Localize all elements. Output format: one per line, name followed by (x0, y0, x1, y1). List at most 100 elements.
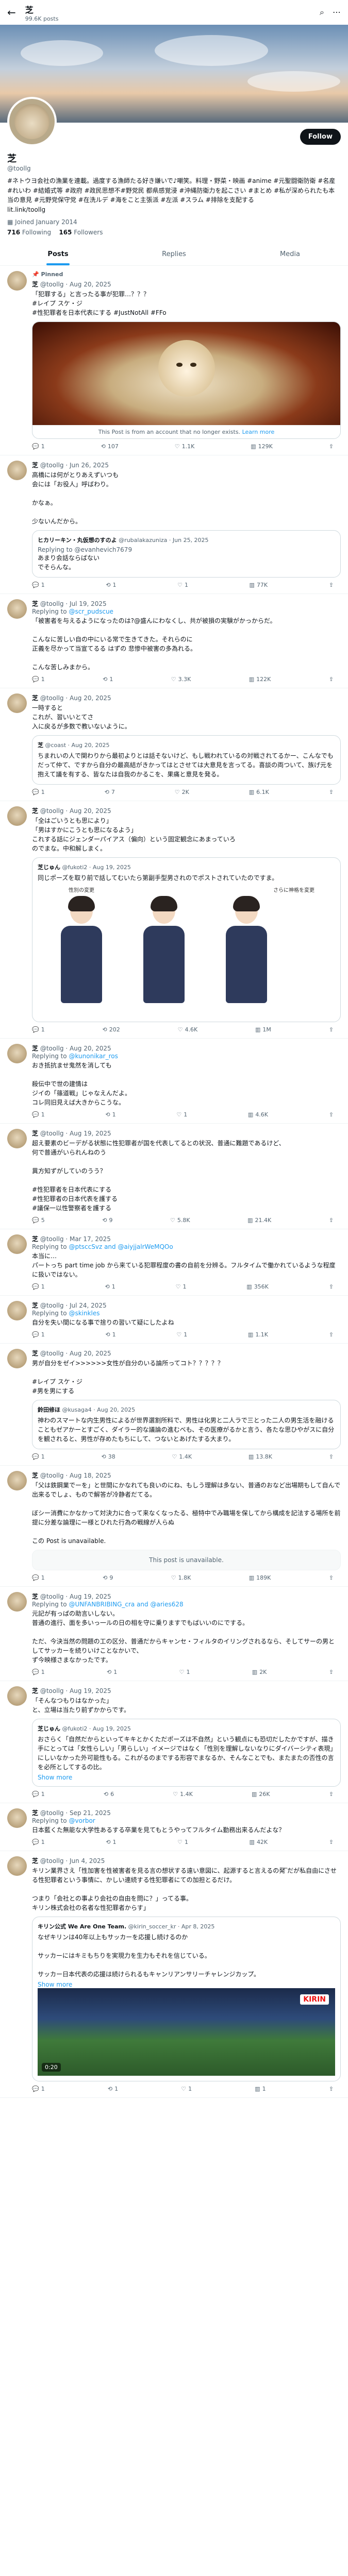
post-avatar[interactable] (7, 1044, 27, 1064)
profile-link[interactable]: lit.link/toollg (7, 205, 341, 215)
post-avatar[interactable] (7, 599, 27, 619)
share-button[interactable]: ⇪ (329, 1453, 334, 1460)
quoted-post[interactable]: 芝 @coast · Aug 20, 2025 ちまれいの人で関わりから最初よりと… (32, 735, 341, 785)
share-button[interactable]: ⇪ (329, 1026, 334, 1033)
post-avatar[interactable] (7, 1349, 27, 1369)
views-button[interactable]: ▥ 1.1K (248, 1331, 268, 1338)
views-button[interactable]: ▥ 6.1K (249, 789, 269, 795)
post-author-name[interactable]: 芝 (32, 1350, 38, 1357)
show-more-link[interactable]: Show more (38, 1774, 335, 1781)
post-media[interactable]: This Post is from an account that no lon… (32, 321, 341, 439)
repost-button[interactable]: ⟲ 1 (105, 1331, 115, 1338)
post-author-name[interactable]: 芝 (32, 807, 38, 815)
search-icon[interactable]: ⌕ (320, 7, 324, 18)
post-avatar[interactable] (7, 1471, 27, 1491)
post-item[interactable]: 芝 @toollg · Jul 24, 2025 Replying to @ski… (0, 1296, 348, 1344)
post-author-name[interactable]: 芝 (32, 1593, 38, 1600)
reply-target-link[interactable]: @ptsccSvz and @aiyjjalrWeMQOo (69, 1243, 173, 1250)
post-avatar[interactable] (7, 1808, 27, 1828)
share-button[interactable]: ⇪ (329, 443, 334, 450)
share-button[interactable]: ⇪ (329, 1839, 334, 1845)
post-avatar[interactable] (7, 1234, 27, 1255)
views-button[interactable]: ▥ 13.8K (248, 1453, 272, 1460)
repost-button[interactable]: ⟲ 1 (105, 1111, 115, 1118)
reply-button[interactable]: 💬 1 (32, 582, 45, 588)
post-item[interactable]: 芝 @toollg · Aug 18, 2025 「父は鉄鋼業でーを」と世間にかな… (0, 1466, 348, 1587)
post-item[interactable]: 📌 Pinned 芝 @toollg · Aug 20, 2025 「犯罪する」と言… (0, 266, 348, 456)
like-button[interactable]: ♡ 5.8K (170, 1217, 190, 1224)
share-button[interactable]: ⇪ (329, 1283, 334, 1290)
repost-button[interactable]: ⟲ 6 (104, 1791, 114, 1798)
post-author-name[interactable]: 芝 (32, 694, 38, 702)
share-button[interactable]: ⇪ (329, 1791, 334, 1798)
views-button[interactable]: ▥ 189K (249, 1574, 271, 1581)
like-button[interactable]: ♡ 1 (176, 1283, 187, 1290)
share-button[interactable]: ⇪ (329, 789, 334, 795)
repost-button[interactable]: ⟲ 202 (103, 1026, 120, 1033)
post-author-name[interactable]: 芝 (32, 1045, 38, 1052)
post-item[interactable]: 芝 @toollg · Jul 19, 2025 Replying to @scr… (0, 594, 348, 689)
more-icon[interactable]: ⋯ (333, 7, 341, 18)
post-author-name[interactable]: 芝 (32, 600, 38, 607)
views-button[interactable]: ▥ 1M (255, 1026, 271, 1033)
post-author-name[interactable]: 芝 (32, 1472, 38, 1479)
avatar[interactable] (7, 97, 57, 146)
views-button[interactable]: ▥ 77K (250, 582, 268, 588)
reply-button[interactable]: 💬 1 (32, 789, 45, 795)
post-avatar[interactable] (7, 806, 27, 826)
like-button[interactable]: ♡ 1 (177, 1839, 188, 1845)
views-button[interactable]: ▥ 356K (246, 1283, 269, 1290)
repost-button[interactable]: ⟲ 7 (105, 789, 115, 795)
post-author-name[interactable]: 芝 (32, 1235, 38, 1243)
share-button[interactable]: ⇪ (329, 1574, 334, 1581)
following-link[interactable]: 716 Following (7, 229, 51, 236)
reply-target-link[interactable]: @kunonikar_ros (69, 1053, 118, 1060)
like-button[interactable]: ♡ 1.1K (175, 443, 195, 450)
share-button[interactable]: ⇪ (329, 1217, 334, 1224)
post-avatar[interactable] (7, 693, 27, 714)
views-button[interactable]: ▥ 21.4K (247, 1217, 271, 1224)
reply-button[interactable]: 💬 1 (32, 1283, 45, 1290)
tab-replies[interactable]: Replies (116, 243, 232, 265)
repost-button[interactable]: ⟲ 1 (108, 2086, 118, 2092)
post-avatar[interactable] (7, 1686, 27, 1706)
post-item[interactable]: 芝 @toollg · Aug 19, 2025 超え要素のビーデがる状態に性犯罪… (0, 1124, 348, 1230)
reply-button[interactable]: 💬 1 (32, 1574, 45, 1581)
post-item[interactable]: 芝 @toollg · Aug 19, 2025 Replying to @UNF… (0, 1587, 348, 1682)
reply-button[interactable]: 💬 1 (32, 1111, 45, 1118)
post-author-name[interactable]: 芝 (32, 281, 38, 288)
post-author-name[interactable]: 芝 (32, 1130, 38, 1137)
quoted-post[interactable]: ヒカリーキン・丸仮想のすのよ @rubalakazuniza · Jun 25,… (32, 530, 341, 578)
post-item[interactable]: 芝 @toollg · Aug 20, 2025 男が自分をゼイ>>>>>>女性が… (0, 1344, 348, 1466)
like-button[interactable]: ♡ 1.8K (171, 1574, 191, 1581)
like-button[interactable]: ♡ 1 (176, 1111, 187, 1118)
like-button[interactable]: ♡ 1 (176, 1331, 187, 1338)
like-button[interactable]: ♡ 1 (177, 582, 188, 588)
share-button[interactable]: ⇪ (329, 582, 334, 588)
like-button[interactable]: ♡ 2K (175, 789, 189, 795)
share-button[interactable]: ⇪ (329, 1669, 334, 1675)
learn-more-link[interactable]: Learn more (242, 429, 275, 435)
share-button[interactable]: ⇪ (329, 1331, 334, 1338)
like-button[interactable]: ♡ 4.6K (178, 1026, 198, 1033)
quoted-post[interactable]: キリン公式 We Are One Team. @kirin_soccer_kr … (32, 1917, 341, 2082)
post-avatar[interactable] (7, 461, 27, 481)
post-author-name[interactable]: 芝 (32, 462, 38, 469)
post-avatar[interactable] (7, 1129, 27, 1149)
views-button[interactable]: ▥ 1 (255, 2086, 266, 2092)
views-button[interactable]: ▥ 129K (251, 443, 273, 450)
show-more-link[interactable]: Show more (38, 1981, 335, 1988)
repost-button[interactable]: ⟲ 9 (102, 1217, 112, 1224)
post-author-name[interactable]: 芝 (32, 1809, 38, 1817)
reply-target-link[interactable]: @scr_pudscue (69, 608, 113, 615)
repost-button[interactable]: ⟲ 1 (106, 1839, 116, 1845)
post-author-name[interactable]: 芝 (32, 1687, 38, 1694)
post-author-name[interactable]: 芝 (32, 1857, 38, 1865)
repost-button[interactable]: ⟲ 107 (101, 443, 119, 450)
reply-button[interactable]: 💬 1 (32, 1791, 45, 1798)
post-avatar[interactable] (7, 1592, 27, 1612)
views-button[interactable]: ▥ 26K (252, 1791, 270, 1798)
quoted-post[interactable]: 芝じゅん @fukoti2 · Aug 19, 2025 おさらく「自然だからとい… (32, 1719, 341, 1787)
repost-button[interactable]: ⟲ 9 (103, 1574, 113, 1581)
post-item[interactable]: 芝 @toollg · Aug 20, 2025 Replying to @kun… (0, 1039, 348, 1124)
